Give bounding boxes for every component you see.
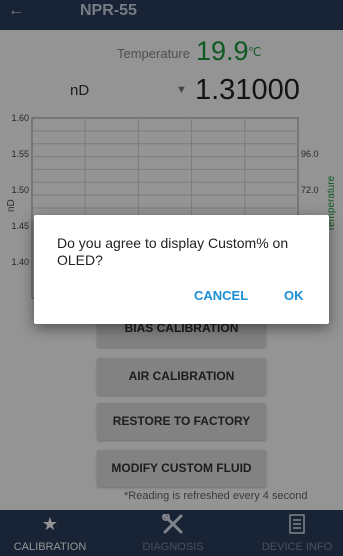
dialog-cancel-button[interactable]: CANCEL xyxy=(194,288,248,303)
dialog-message: Do you agree to display Custom% on OLED? xyxy=(57,235,289,268)
confirm-dialog: Do you agree to display Custom% on OLED?… xyxy=(34,215,329,324)
dialog-ok-button[interactable]: OK xyxy=(284,288,304,303)
